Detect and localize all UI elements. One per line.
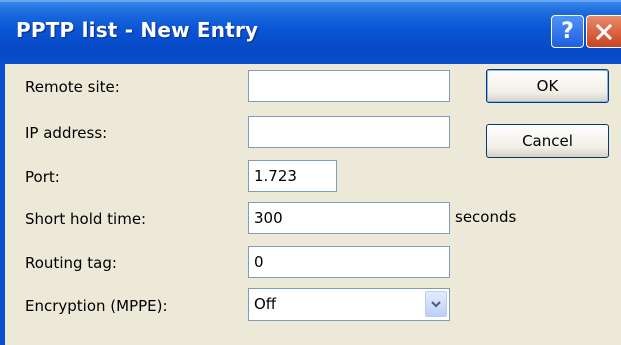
ip-address-input[interactable] [248, 116, 450, 148]
ok-button[interactable]: OK [486, 69, 609, 103]
close-icon [595, 23, 613, 40]
cancel-button[interactable]: Cancel [486, 124, 609, 158]
chevron-down-icon [431, 301, 441, 308]
window-title: PPTP list - New Entry [16, 18, 259, 42]
help-icon: ? [561, 19, 574, 44]
dialog-window: PPTP list - New Entry ? Remote site: IP … [0, 0, 621, 345]
close-button[interactable] [586, 15, 621, 48]
ip-address-label: IP address: [25, 124, 108, 142]
remote-site-label: Remote site: [25, 78, 120, 96]
port-label: Port: [25, 168, 60, 186]
short-hold-time-unit: seconds [455, 208, 517, 226]
help-button[interactable]: ? [551, 15, 584, 48]
encryption-selected-value: Off [254, 295, 277, 313]
short-hold-time-label: Short hold time: [25, 210, 147, 228]
remote-site-input[interactable] [248, 70, 450, 102]
routing-tag-label: Routing tag: [25, 254, 117, 272]
title-bar[interactable]: PPTP list - New Entry ? [0, 0, 621, 64]
short-hold-time-input[interactable]: 300 [248, 202, 450, 234]
port-input[interactable]: 1.723 [248, 160, 337, 192]
routing-tag-input[interactable]: 0 [248, 246, 450, 278]
dropdown-arrow-button[interactable] [425, 291, 447, 317]
encryption-label: Encryption (MPPE): [25, 297, 168, 315]
encryption-select[interactable]: Off [248, 288, 450, 321]
